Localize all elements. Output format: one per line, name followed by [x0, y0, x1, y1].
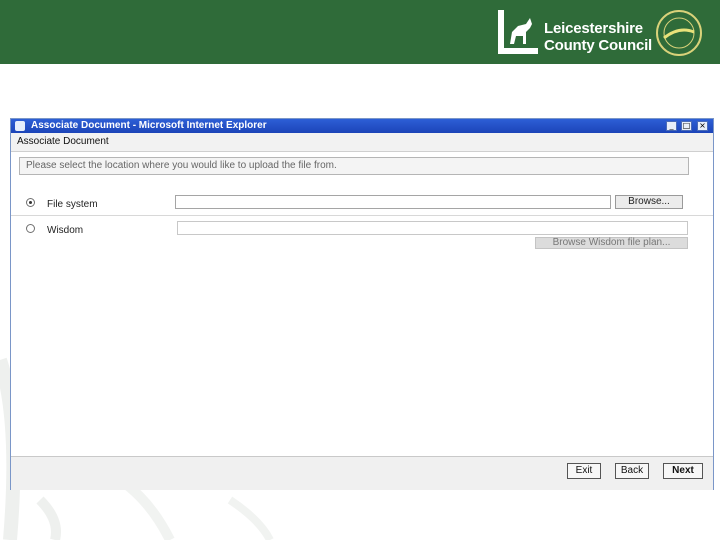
- logo-line-1: Leicestershire: [544, 20, 643, 37]
- file-system-label: File system: [47, 199, 98, 210]
- page-header: Associate Document: [11, 133, 713, 152]
- fox-emblem-icon: [498, 10, 538, 54]
- wisdom-radio[interactable]: [26, 224, 35, 233]
- exit-button[interactable]: Exit: [567, 463, 601, 479]
- wisdom-path-input[interactable]: [177, 221, 688, 235]
- wizard-footer: Exit Back Next: [11, 456, 713, 490]
- window-titlebar[interactable]: Associate Document - Microsoft Internet …: [11, 119, 713, 133]
- excellent-council-seal-icon: [656, 10, 702, 56]
- browser-window: Associate Document - Microsoft Internet …: [10, 118, 714, 490]
- internet-explorer-icon: [15, 121, 25, 131]
- instruction-text: Please select the location where you wou…: [19, 157, 689, 175]
- window-title: Associate Document - Microsoft Internet …: [31, 120, 267, 131]
- logo-line-2: County Council: [544, 37, 653, 54]
- close-button[interactable]: ×: [697, 121, 708, 131]
- browse-button[interactable]: Browse...: [615, 195, 683, 209]
- file-system-radio[interactable]: [26, 198, 35, 207]
- minimize-button[interactable]: _: [666, 121, 677, 131]
- council-logo: Leicestershire County Council: [496, 8, 708, 58]
- option-row-file-system: File system Browse...: [11, 191, 713, 216]
- maximize-button[interactable]: □: [681, 121, 692, 131]
- logo-wordmark: Leicestershire County Council: [544, 20, 652, 54]
- slide-header: Leicestershire County Council: [0, 0, 720, 64]
- wisdom-label: Wisdom: [47, 225, 84, 236]
- back-button[interactable]: Back: [615, 463, 649, 479]
- page-title: Associate Document: [17, 136, 109, 147]
- next-button[interactable]: Next: [663, 463, 703, 479]
- option-row-wisdom: Wisdom Browse Wisdom file plan...: [11, 218, 713, 250]
- file-path-input[interactable]: [175, 195, 611, 209]
- browse-wisdom-button[interactable]: Browse Wisdom file plan...: [535, 237, 688, 249]
